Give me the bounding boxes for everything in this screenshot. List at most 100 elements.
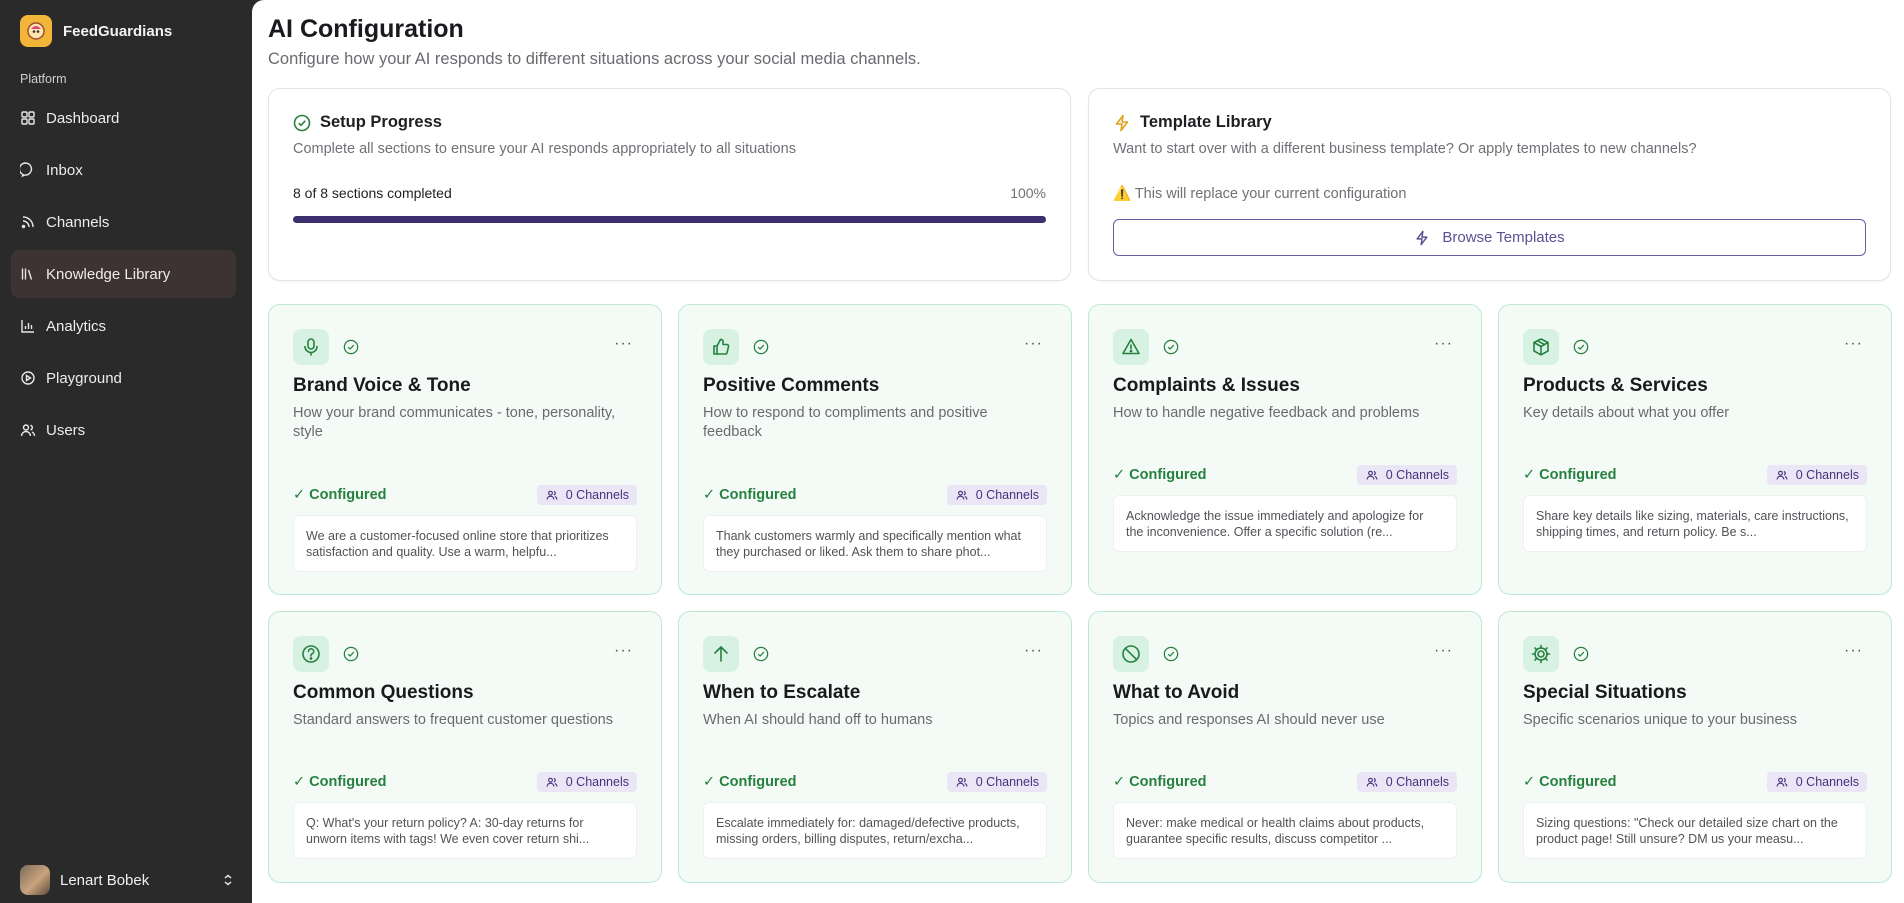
package-icon — [1523, 329, 1559, 365]
channels-count: 0 Channels — [975, 488, 1039, 502]
gear-icon — [1523, 636, 1559, 672]
microphone-icon — [293, 329, 329, 365]
config-card-complaints-issues[interactable]: ··· Complaints & Issues How to handle ne… — [1088, 304, 1482, 595]
card-title: Complaints & Issues — [1113, 375, 1300, 396]
progress-bar-fill — [293, 216, 1046, 223]
config-card-what-to-avoid[interactable]: ··· What to Avoid Topics and responses A… — [1088, 611, 1482, 883]
check-circle-icon — [1573, 646, 1589, 662]
more-options-icon[interactable]: ··· — [614, 335, 633, 353]
card-title: When to Escalate — [703, 682, 861, 703]
config-card-when-to-escalate[interactable]: ··· When to Escalate When AI should hand… — [678, 611, 1072, 883]
sidebar-item-inbox[interactable]: Inbox — [11, 146, 236, 194]
card-description: Standard answers to frequent customer qu… — [293, 712, 613, 728]
card-description: How to respond to compliments and positi… — [703, 405, 988, 440]
card-status-row: ✓ Configured 0 Channels — [293, 772, 637, 792]
sidebar-item-label: Inbox — [46, 161, 83, 179]
users-icon — [1366, 470, 1378, 480]
card-preview: Share key details like sizing, materials… — [1523, 495, 1867, 552]
sidebar-item-label: Users — [46, 421, 86, 439]
check-circle-icon — [1163, 339, 1179, 355]
config-card-special-situations[interactable]: ··· Special Situations Specific scenario… — [1498, 611, 1892, 883]
progress-percent: 100% — [1010, 185, 1046, 201]
progress-bar — [293, 216, 1046, 223]
card-header — [293, 636, 359, 672]
card-header — [1113, 636, 1179, 672]
sidebar-item-label: Playground — [46, 369, 122, 387]
sidebar-item-knowledge-library[interactable]: Knowledge Library — [11, 250, 236, 298]
ban-icon — [1113, 636, 1149, 672]
users-icon — [20, 424, 36, 437]
more-options-icon[interactable]: ··· — [1844, 642, 1863, 660]
sidebar-item-playground[interactable]: Playground — [11, 354, 236, 402]
setup-progress-panel: Setup Progress Complete all sections to … — [268, 88, 1071, 281]
channels-badge[interactable]: 0 Channels — [946, 772, 1047, 792]
user-menu[interactable]: Lenart Bobek — [20, 857, 235, 903]
check-circle-icon — [753, 339, 769, 355]
more-options-icon[interactable]: ··· — [1844, 335, 1863, 353]
dashboard-icon — [21, 111, 35, 125]
card-description: Key details about what you offer — [1523, 405, 1730, 421]
card-header — [703, 636, 769, 672]
channels-badge[interactable]: 0 Channels — [946, 485, 1047, 505]
channels-badge[interactable]: 0 Channels — [1356, 772, 1457, 792]
channels-count: 0 Channels — [1795, 468, 1859, 482]
channels-badge[interactable]: 0 Channels — [1766, 465, 1867, 485]
sidebar-item-analytics[interactable]: Analytics — [11, 302, 236, 350]
configured-status: ✓ Configured — [1523, 774, 1617, 790]
more-options-icon[interactable]: ··· — [1434, 642, 1453, 660]
users-icon — [546, 490, 558, 500]
card-header — [293, 329, 359, 365]
config-card-common-questions[interactable]: ··· Common Questions Standard answers to… — [268, 611, 662, 883]
play-icon — [21, 371, 35, 385]
browse-templates-button[interactable]: Browse Templates — [1113, 219, 1866, 256]
sidebar: FeedGuardians Platform Dashboard Inbox C… — [0, 0, 252, 903]
sidebar-section-label: Platform — [20, 72, 67, 86]
users-icon — [956, 490, 968, 500]
channels-count: 0 Channels — [1385, 468, 1449, 482]
more-options-icon[interactable]: ··· — [614, 642, 633, 660]
app-name: FeedGuardians — [63, 22, 173, 40]
configured-status: ✓ Configured — [1523, 467, 1617, 483]
more-options-icon[interactable]: ··· — [1024, 335, 1043, 353]
page-title: AI Configuration — [268, 15, 464, 43]
users-icon — [1776, 470, 1788, 480]
check-circle-icon — [343, 646, 359, 662]
check-circle-icon — [343, 339, 359, 355]
progress-row: 8 of 8 sections completed 100% — [293, 185, 1046, 201]
brand[interactable]: FeedGuardians — [20, 15, 172, 47]
users-icon — [546, 777, 558, 787]
card-status-row: ✓ Configured 0 Channels — [1113, 772, 1457, 792]
card-preview: Never: make medical or health claims abo… — [1113, 802, 1457, 859]
check-circle-icon — [293, 114, 311, 131]
sidebar-item-users[interactable]: Users — [11, 406, 236, 454]
card-status-row: ✓ Configured 0 Channels — [703, 485, 1047, 505]
card-status-row: ✓ Configured 0 Channels — [293, 485, 637, 505]
sidebar-item-channels[interactable]: Channels — [11, 198, 236, 246]
avatar — [20, 865, 50, 895]
card-title: Positive Comments — [703, 375, 880, 396]
config-card-brand-voice-tone[interactable]: ··· Brand Voice & Tone How your brand co… — [268, 304, 662, 595]
channels-count: 0 Channels — [565, 775, 629, 789]
main-content: AI Configuration Configure how your AI r… — [252, 0, 1904, 903]
channels-count: 0 Channels — [975, 775, 1039, 789]
users-icon — [1366, 777, 1378, 787]
card-description: Topics and responses AI should never use — [1113, 712, 1385, 728]
card-status-row: ✓ Configured 0 Channels — [1523, 772, 1867, 792]
card-status-row: ✓ Configured 0 Channels — [703, 772, 1047, 792]
sidebar-nav: Dashboard Inbox Channels Knowledge Libra… — [11, 94, 236, 458]
channels-badge[interactable]: 0 Channels — [536, 772, 637, 792]
channels-badge[interactable]: 0 Channels — [1766, 772, 1867, 792]
channels-badge[interactable]: 0 Channels — [536, 485, 637, 505]
config-card-positive-comments[interactable]: ··· Positive Comments How to respond to … — [678, 304, 1072, 595]
more-options-icon[interactable]: ··· — [1434, 335, 1453, 353]
setup-progress-description: Complete all sections to ensure your AI … — [293, 141, 796, 157]
more-options-icon[interactable]: ··· — [1024, 642, 1043, 660]
sidebar-item-dashboard[interactable]: Dashboard — [11, 94, 236, 142]
channels-badge[interactable]: 0 Channels — [1356, 465, 1457, 485]
card-header — [1523, 636, 1589, 672]
thumbs-up-icon — [703, 329, 739, 365]
card-description: How your brand communicates - tone, pers… — [293, 405, 616, 440]
sidebar-item-label: Knowledge Library — [46, 265, 171, 283]
card-title: Special Situations — [1523, 682, 1687, 703]
config-card-products-services[interactable]: ··· Products & Services Key details abou… — [1498, 304, 1892, 595]
